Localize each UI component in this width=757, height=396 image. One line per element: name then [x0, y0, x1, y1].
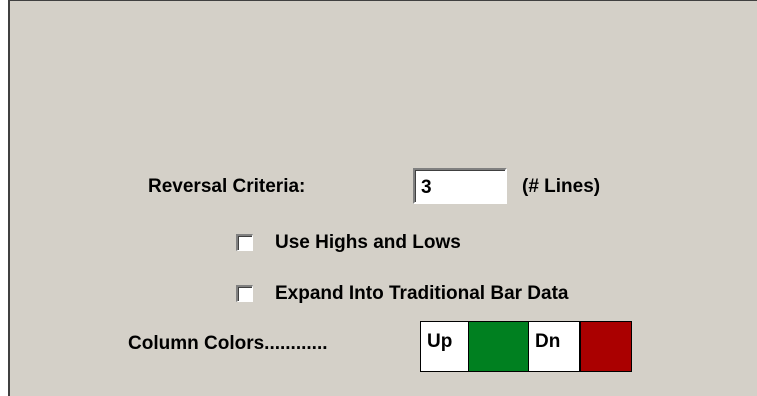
column-colors-label: Column Colors............	[128, 333, 328, 354]
lines-unit-label: (# Lines)	[522, 176, 601, 197]
use-highs-lows-checkbox[interactable]	[236, 234, 253, 251]
settings-panel: Reversal Criteria: (# Lines) Use Highs a…	[8, 0, 757, 396]
reversal-criteria-label: Reversal Criteria:	[148, 176, 306, 197]
use-highs-lows-label: Use Highs and Lows	[275, 232, 461, 253]
expand-bar-data-checkbox[interactable]	[236, 285, 253, 302]
dn-label: Dn	[528, 321, 580, 372]
reversal-criteria-input[interactable]	[413, 168, 507, 204]
expand-bar-data-label: Expand Into Traditional Bar Data	[275, 283, 569, 304]
up-color-swatch[interactable]	[469, 321, 528, 372]
dn-color-swatch[interactable]	[580, 321, 632, 372]
up-label: Up	[420, 321, 469, 372]
dialog: Reversal Criteria: (# Lines) Use Highs a…	[0, 0, 757, 396]
